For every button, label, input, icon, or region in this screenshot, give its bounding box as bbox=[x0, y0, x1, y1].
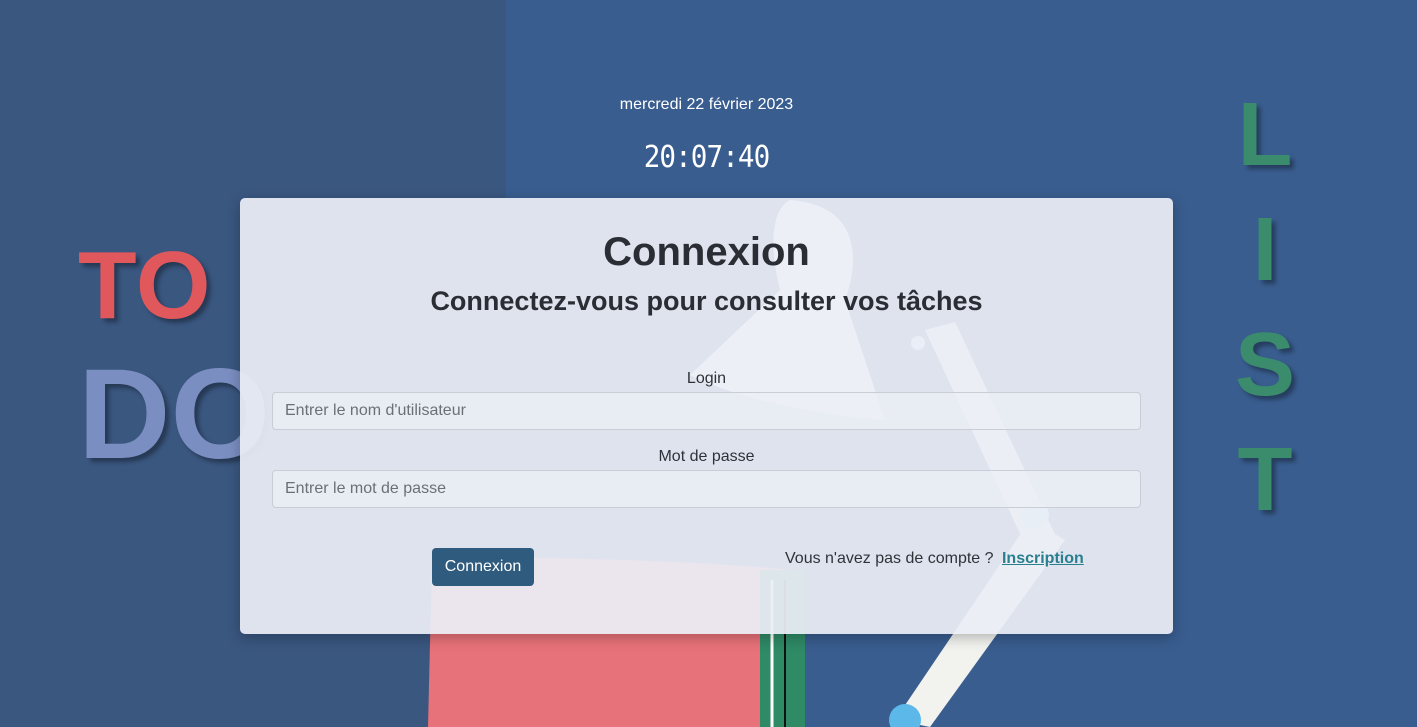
no-account-text: Vous n'avez pas de compte ? bbox=[785, 550, 994, 567]
current-time: 20:07:40 bbox=[643, 140, 771, 175]
title-letter-l: L bbox=[1237, 85, 1293, 185]
login-title: Connexion bbox=[603, 230, 810, 274]
title-word-list: L I S T bbox=[1222, 78, 1308, 538]
password-label: Mot de passe bbox=[658, 448, 755, 465]
login-card: Connexion Connectez-vous pour consulter … bbox=[240, 198, 1173, 634]
title-letter-t: T bbox=[1237, 430, 1293, 530]
title-letter-i: I bbox=[1252, 200, 1278, 300]
login-page: mercredi 22 février 2023 20:07:40 TO DO … bbox=[0, 0, 1417, 727]
signup-link[interactable]: Inscription bbox=[1002, 550, 1084, 567]
signup-prompt: Vous n'avez pas de compte ? Inscription bbox=[785, 550, 1084, 568]
password-input[interactable] bbox=[272, 470, 1141, 508]
login-label: Login bbox=[686, 370, 727, 387]
login-button[interactable]: Connexion bbox=[432, 548, 534, 586]
title-word-to: TO bbox=[78, 232, 212, 339]
username-input[interactable] bbox=[272, 392, 1141, 430]
login-subtitle: Connectez-vous pour consulter vos tâches bbox=[430, 286, 983, 316]
title-letter-s: S bbox=[1234, 315, 1296, 415]
current-date: mercredi 22 février 2023 bbox=[619, 96, 794, 113]
